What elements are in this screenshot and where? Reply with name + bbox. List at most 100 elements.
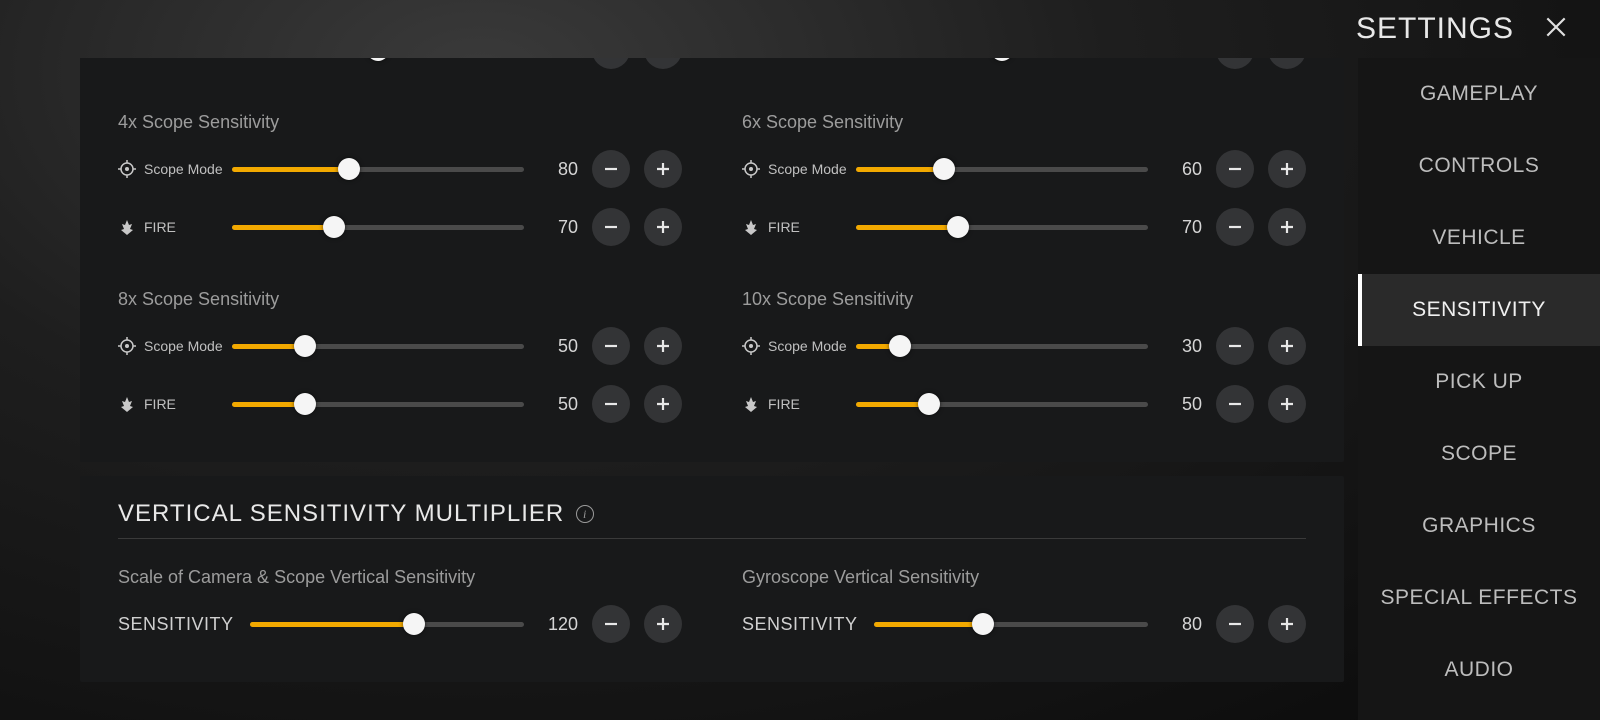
slider-value: 100 bbox=[1164, 58, 1202, 61]
slider-track[interactable] bbox=[856, 328, 1148, 364]
slider-track[interactable] bbox=[250, 606, 524, 642]
settings-main: FIRE 100 FIRE 100 4x Scope Sensitivity S… bbox=[80, 58, 1344, 720]
slider-value: 50 bbox=[540, 336, 578, 357]
nav-item-audio[interactable]: AUDIO bbox=[1358, 634, 1600, 706]
slider-thumb[interactable] bbox=[294, 393, 316, 415]
slider-row: SENSITIVITY 80 bbox=[742, 600, 1306, 648]
slider-track[interactable] bbox=[232, 386, 524, 422]
vsm-subtitle-left: Scale of Camera & Scope Vertical Sensiti… bbox=[118, 567, 682, 588]
slider-track[interactable] bbox=[232, 328, 524, 364]
slider-row: Scope Mode 60 bbox=[742, 145, 1306, 193]
scope-icon bbox=[118, 337, 136, 355]
slider-value: 80 bbox=[1164, 614, 1202, 635]
slider-track[interactable] bbox=[856, 151, 1148, 187]
increase-button[interactable] bbox=[644, 58, 682, 69]
slider-track[interactable] bbox=[232, 151, 524, 187]
decrease-button[interactable] bbox=[592, 208, 630, 246]
slider-value: 70 bbox=[1164, 217, 1202, 238]
slider-label: FIRE bbox=[768, 396, 848, 412]
slider-track[interactable] bbox=[232, 209, 524, 245]
scope-icon bbox=[742, 337, 760, 355]
increase-button[interactable] bbox=[644, 150, 682, 188]
increase-button[interactable] bbox=[644, 385, 682, 423]
group-title: 8x Scope Sensitivity bbox=[118, 289, 682, 310]
slider-row: Scope Mode 80 bbox=[118, 145, 682, 193]
group-title: 6x Scope Sensitivity bbox=[742, 112, 1306, 133]
section-title-vsm: VERTICAL SENSITIVITY MULTIPLIER i bbox=[118, 476, 1306, 539]
increase-button[interactable] bbox=[1268, 150, 1306, 188]
decrease-button[interactable] bbox=[592, 58, 630, 69]
scope-sensitivity-panel: FIRE 100 FIRE 100 4x Scope Sensitivity S… bbox=[80, 58, 1344, 462]
slider-value: 70 bbox=[540, 217, 578, 238]
increase-button[interactable] bbox=[1268, 327, 1306, 365]
slider-thumb[interactable] bbox=[294, 335, 316, 357]
slider-label: SENSITIVITY bbox=[742, 614, 858, 635]
slider-label: FIRE bbox=[768, 219, 848, 235]
decrease-button[interactable] bbox=[1216, 150, 1254, 188]
slider-thumb[interactable] bbox=[323, 216, 345, 238]
decrease-button[interactable] bbox=[592, 605, 630, 643]
nav-item-gameplay[interactable]: GAMEPLAY bbox=[1358, 58, 1600, 130]
nav-item-scope[interactable]: SCOPE bbox=[1358, 418, 1600, 490]
slider-track[interactable] bbox=[856, 58, 1148, 68]
slider-value: 100 bbox=[540, 58, 578, 61]
decrease-button[interactable] bbox=[592, 327, 630, 365]
increase-button[interactable] bbox=[1268, 208, 1306, 246]
nav-item-graphics[interactable]: GRAPHICS bbox=[1358, 490, 1600, 562]
close-button[interactable] bbox=[1542, 15, 1570, 43]
slider-label: Scope Mode bbox=[768, 338, 848, 354]
decrease-button[interactable] bbox=[592, 150, 630, 188]
slider-track[interactable] bbox=[856, 386, 1148, 422]
decrease-button[interactable] bbox=[1216, 327, 1254, 365]
fire-icon bbox=[742, 218, 760, 236]
page-title: SETTINGS bbox=[1356, 12, 1514, 46]
increase-button[interactable] bbox=[1268, 385, 1306, 423]
slider-thumb[interactable] bbox=[918, 393, 940, 415]
slider-thumb[interactable] bbox=[403, 613, 425, 635]
nav-item-special-effects[interactable]: SPECIAL EFFECTS bbox=[1358, 562, 1600, 634]
increase-button[interactable] bbox=[644, 327, 682, 365]
vsm-subtitle-right: Gyroscope Vertical Sensitivity bbox=[742, 567, 1306, 588]
slider-thumb[interactable] bbox=[367, 58, 389, 61]
slider-label: SENSITIVITY bbox=[118, 614, 234, 635]
decrease-button[interactable] bbox=[592, 385, 630, 423]
increase-button[interactable] bbox=[1268, 605, 1306, 643]
fire-icon bbox=[118, 395, 136, 413]
slider-thumb[interactable] bbox=[933, 158, 955, 180]
slider-value: 50 bbox=[540, 394, 578, 415]
fire-icon bbox=[118, 218, 136, 236]
decrease-button[interactable] bbox=[1216, 385, 1254, 423]
nav-item-vehicle[interactable]: VEHICLE bbox=[1358, 202, 1600, 274]
settings-nav: GAMEPLAYCONTROLSVEHICLESENSITIVITYPICK U… bbox=[1358, 58, 1600, 720]
increase-button[interactable] bbox=[644, 605, 682, 643]
info-icon[interactable]: i bbox=[576, 505, 594, 523]
decrease-button[interactable] bbox=[1216, 58, 1254, 69]
group-title: 4x Scope Sensitivity bbox=[118, 112, 682, 133]
slider-track[interactable] bbox=[232, 58, 524, 68]
decrease-button[interactable] bbox=[1216, 208, 1254, 246]
vertical-sensitivity-panel: VERTICAL SENSITIVITY MULTIPLIER i Scale … bbox=[80, 476, 1344, 682]
decrease-button[interactable] bbox=[1216, 605, 1254, 643]
nav-item-sensitivity[interactable]: SENSITIVITY bbox=[1358, 274, 1600, 346]
slider-row: FIRE 50 bbox=[118, 380, 682, 428]
slider-thumb[interactable] bbox=[889, 335, 911, 357]
slider-row: FIRE 50 bbox=[742, 380, 1306, 428]
close-icon bbox=[1543, 14, 1569, 45]
increase-button[interactable] bbox=[1268, 58, 1306, 69]
slider-track[interactable] bbox=[874, 606, 1148, 642]
slider-row: Scope Mode 50 bbox=[118, 322, 682, 370]
slider-thumb[interactable] bbox=[991, 58, 1013, 61]
slider-value: 80 bbox=[540, 159, 578, 180]
slider-row: FIRE 70 bbox=[742, 203, 1306, 251]
slider-label: Scope Mode bbox=[768, 161, 848, 177]
slider-track[interactable] bbox=[856, 209, 1148, 245]
nav-item-controls[interactable]: CONTROLS bbox=[1358, 130, 1600, 202]
fire-icon bbox=[742, 395, 760, 413]
fire-icon bbox=[742, 58, 760, 59]
increase-button[interactable] bbox=[644, 208, 682, 246]
slider-row: SENSITIVITY 120 bbox=[118, 600, 682, 648]
slider-thumb[interactable] bbox=[972, 613, 994, 635]
slider-thumb[interactable] bbox=[947, 216, 969, 238]
nav-item-pick-up[interactable]: PICK UP bbox=[1358, 346, 1600, 418]
slider-thumb[interactable] bbox=[338, 158, 360, 180]
